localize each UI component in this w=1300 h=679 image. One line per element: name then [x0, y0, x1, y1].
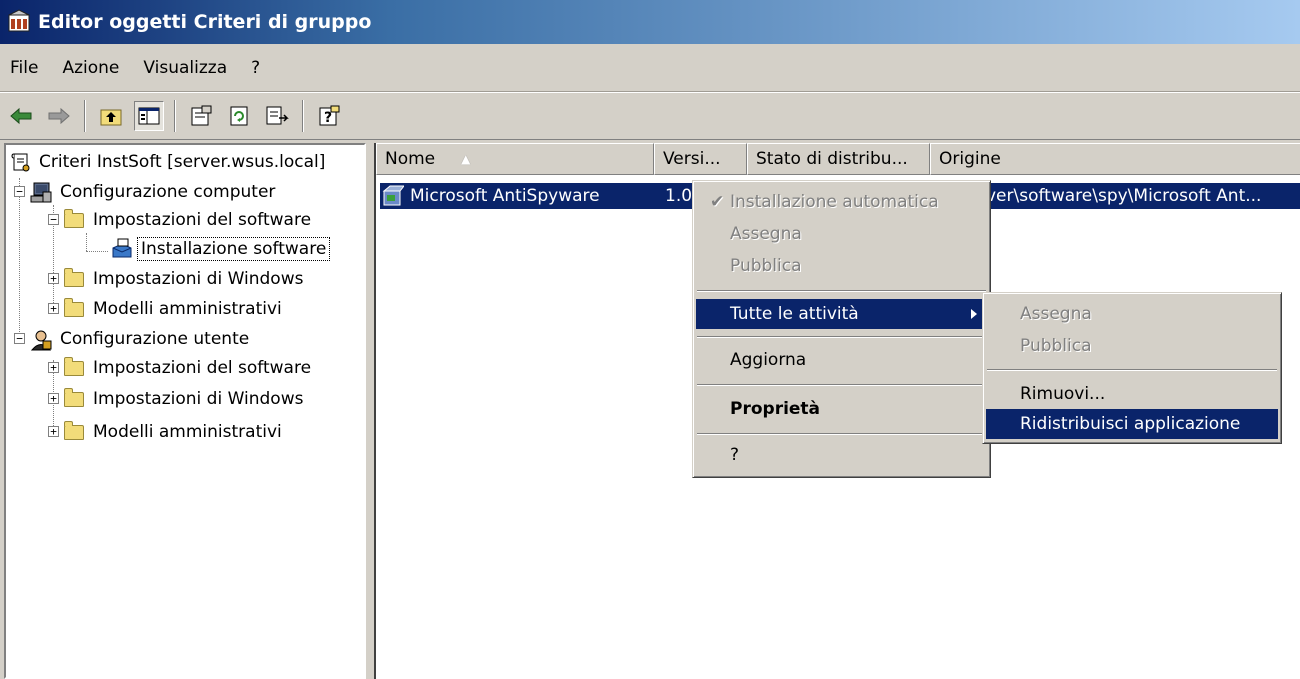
folder-icon [64, 356, 84, 376]
all-tasks-submenu: Assegna Pubblica Rimuovi... Ridistribuis… [982, 292, 1282, 444]
user-icon [29, 329, 52, 351]
expand-toggle[interactable]: + [48, 362, 59, 373]
menu-item-refresh[interactable]: Aggiorna [696, 345, 987, 375]
tree-label-user-software-settings: Impostazioni del software [93, 358, 312, 378]
tree-label-user-config: Configurazione utente [60, 329, 250, 349]
policy-scroll-icon [10, 151, 32, 173]
collapse-toggle[interactable]: − [14, 186, 25, 197]
toolbar-separator [302, 100, 304, 132]
collapse-toggle[interactable]: − [48, 214, 59, 225]
tree-line [19, 178, 20, 332]
export-list-icon[interactable] [262, 101, 292, 131]
menu-visualizza[interactable]: Visualizza [131, 58, 239, 78]
tree-label-computer-windows-settings: Impostazioni di Windows [93, 269, 304, 289]
tree-label-computer-software-settings: Impostazioni del software [93, 210, 312, 230]
expand-toggle[interactable]: + [48, 273, 59, 284]
pane-splitter[interactable] [366, 143, 374, 679]
tree-node-user-admin-templates[interactable]: Modelli amministrativi [64, 419, 285, 445]
menu-item-publish[interactable]: Pubblica [696, 251, 987, 281]
menu-separator [697, 433, 986, 435]
menu-item-help[interactable]: ? [696, 440, 987, 470]
menu-item-all-tasks[interactable]: Tutte le attività [696, 299, 987, 329]
tree-node-user-windows-settings[interactable]: Impostazioni di Windows [64, 386, 306, 412]
refresh-icon[interactable] [224, 101, 254, 131]
sort-ascending-icon: ▲ [461, 152, 471, 166]
tree-label-root: Criteri InstSoft [server.wsus.local] [39, 152, 326, 172]
properties-icon[interactable] [186, 101, 216, 131]
submenu-item-remove[interactable]: Rimuovi... [986, 379, 1278, 409]
menu-item-all-tasks-label: Tutte le attività [730, 304, 859, 324]
tree-label-user-windows-settings: Impostazioni di Windows [93, 389, 304, 409]
menu-separator [697, 290, 986, 292]
expand-toggle[interactable]: + [48, 426, 59, 437]
checkmark-icon: ✔ [710, 192, 725, 212]
tree-line [86, 251, 108, 252]
folder-icon [64, 208, 84, 228]
computer-icon [29, 182, 52, 203]
tree-node-computer-config[interactable]: Configurazione computer [29, 179, 278, 205]
cell-source: ver\software\spy\Microsoft Ant... [986, 186, 1262, 206]
menu-azione[interactable]: Azione [50, 58, 131, 78]
column-header-name-label: Nome [385, 149, 436, 169]
window-title: Editor oggetti Criteri di gruppo [38, 11, 372, 33]
menu-separator [697, 336, 986, 338]
context-menu: ✔ Installazione automatica Assegna Pubbl… [692, 180, 991, 478]
toolbar-separator [84, 100, 86, 132]
menu-item-auto-install[interactable]: ✔ Installazione automatica [696, 187, 987, 217]
forward-arrow-icon[interactable] [44, 101, 74, 131]
help-icon[interactable]: ? [314, 101, 344, 131]
menu-item-auto-install-label: Installazione automatica [730, 192, 939, 212]
folder-icon [64, 267, 84, 287]
tree-node-root[interactable]: Criteri InstSoft [server.wsus.local] [10, 149, 328, 175]
tree-node-software-installation[interactable]: Installazione software [110, 236, 331, 262]
menu-item-assign[interactable]: Assegna [696, 219, 987, 249]
menu-separator [987, 369, 1277, 371]
submenu-item-publish[interactable]: Pubblica [986, 331, 1278, 361]
tree-node-user-software-settings[interactable]: Impostazioni del software [64, 355, 314, 381]
gpo-editor-icon [6, 9, 32, 35]
tree-label-computer-admin-templates: Modelli amministrativi [93, 299, 282, 319]
menu-separator [697, 384, 986, 386]
tree-node-computer-software-settings[interactable]: Impostazioni del software [64, 207, 314, 233]
menu-bar: File Azione Visualizza ? [0, 45, 1300, 92]
tree-line [86, 233, 87, 251]
package-icon [382, 185, 406, 207]
expand-toggle[interactable]: + [48, 303, 59, 314]
tree-label-software-installation: Installazione software [136, 237, 331, 261]
submenu-item-assign[interactable]: Assegna [986, 299, 1278, 329]
cell-name: Microsoft AntiSpyware [410, 186, 600, 206]
submenu-item-redeploy[interactable]: Ridistribuisci applicazione [986, 409, 1278, 439]
cell-version: 1.0 [665, 186, 693, 206]
column-header-source[interactable]: Origine [930, 143, 1300, 175]
column-header-version[interactable]: Versi... [654, 143, 747, 175]
up-folder-icon[interactable] [96, 101, 126, 131]
show-hide-tree-icon[interactable] [134, 101, 164, 131]
menu-item-properties[interactable]: Proprietà [696, 394, 987, 424]
toolbar-separator [174, 100, 176, 132]
column-header-deployment-state[interactable]: Stato di distribu... [747, 143, 930, 175]
collapse-toggle[interactable]: − [14, 333, 25, 344]
expand-toggle[interactable]: + [48, 393, 59, 404]
software-installation-icon [110, 238, 134, 260]
tree-node-computer-admin-templates[interactable]: Modelli amministrativi [64, 296, 285, 322]
tree-label-user-admin-templates: Modelli amministrativi [93, 422, 282, 442]
folder-icon [64, 387, 84, 407]
title-bar[interactable]: Editor oggetti Criteri di gruppo [0, 0, 1300, 44]
folder-icon [64, 297, 84, 317]
tree-node-user-config[interactable]: Configurazione utente [29, 326, 252, 352]
back-arrow-icon[interactable] [6, 101, 36, 131]
folder-icon [64, 420, 84, 440]
submenu-arrow-icon [971, 309, 977, 319]
column-header-name[interactable]: Nome ▲ [376, 143, 654, 175]
tree-node-computer-windows-settings[interactable]: Impostazioni di Windows [64, 266, 306, 292]
console-tree: Criteri InstSoft [server.wsus.local] − C… [4, 143, 366, 679]
tree-label-computer-config: Configurazione computer [60, 182, 276, 202]
toolbar: ? [0, 92, 1300, 140]
menu-file[interactable]: File [0, 58, 50, 78]
menu-help[interactable]: ? [239, 58, 272, 78]
